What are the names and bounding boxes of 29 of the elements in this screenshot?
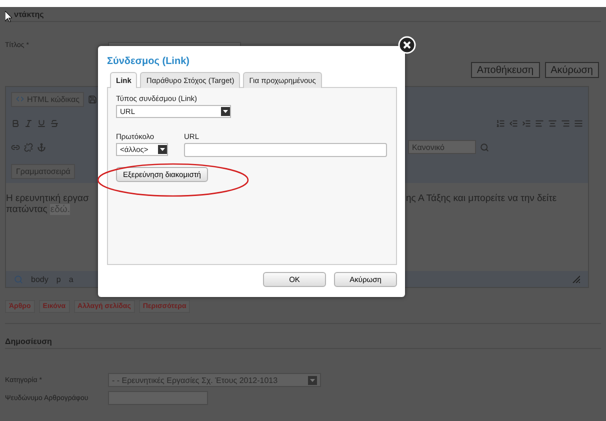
cursor-icon [5, 10, 12, 22]
align-center-icon[interactable] [548, 118, 557, 128]
underline-icon[interactable] [37, 118, 46, 128]
unlink-icon[interactable] [24, 142, 33, 152]
resize-grip-icon[interactable] [572, 275, 580, 283]
dropdown-arrow-icon[interactable] [158, 145, 167, 154]
strikethrough-icon[interactable] [50, 118, 59, 128]
anchor-icon[interactable] [37, 142, 46, 152]
cancel-button[interactable]: Ακύρωση [544, 62, 599, 78]
section-heading: Δημοσίευση [5, 337, 52, 346]
search-icon[interactable] [14, 274, 23, 284]
search-icon[interactable] [480, 142, 489, 152]
link-icon[interactable] [11, 142, 20, 152]
indent-icon[interactable] [522, 118, 531, 128]
outdent-icon[interactable] [509, 118, 518, 128]
save-icon[interactable] [88, 94, 98, 104]
code-icon [16, 95, 24, 103]
url-field[interactable] [184, 143, 387, 157]
close-icon[interactable] [398, 36, 416, 54]
bold-icon[interactable] [11, 118, 20, 128]
section-heading: ντάκτης [14, 10, 44, 18]
list-icon[interactable] [496, 118, 505, 128]
align-justify-icon[interactable] [574, 118, 583, 128]
save-button[interactable]: Αποθήκευση [470, 62, 540, 78]
align-left-icon[interactable] [535, 118, 544, 128]
align-right-icon[interactable] [561, 118, 570, 128]
italic-icon[interactable] [24, 118, 33, 128]
dialog-title: Σύνδεσμος (Link) [107, 56, 190, 67]
dropdown-arrow-icon[interactable] [221, 107, 230, 116]
